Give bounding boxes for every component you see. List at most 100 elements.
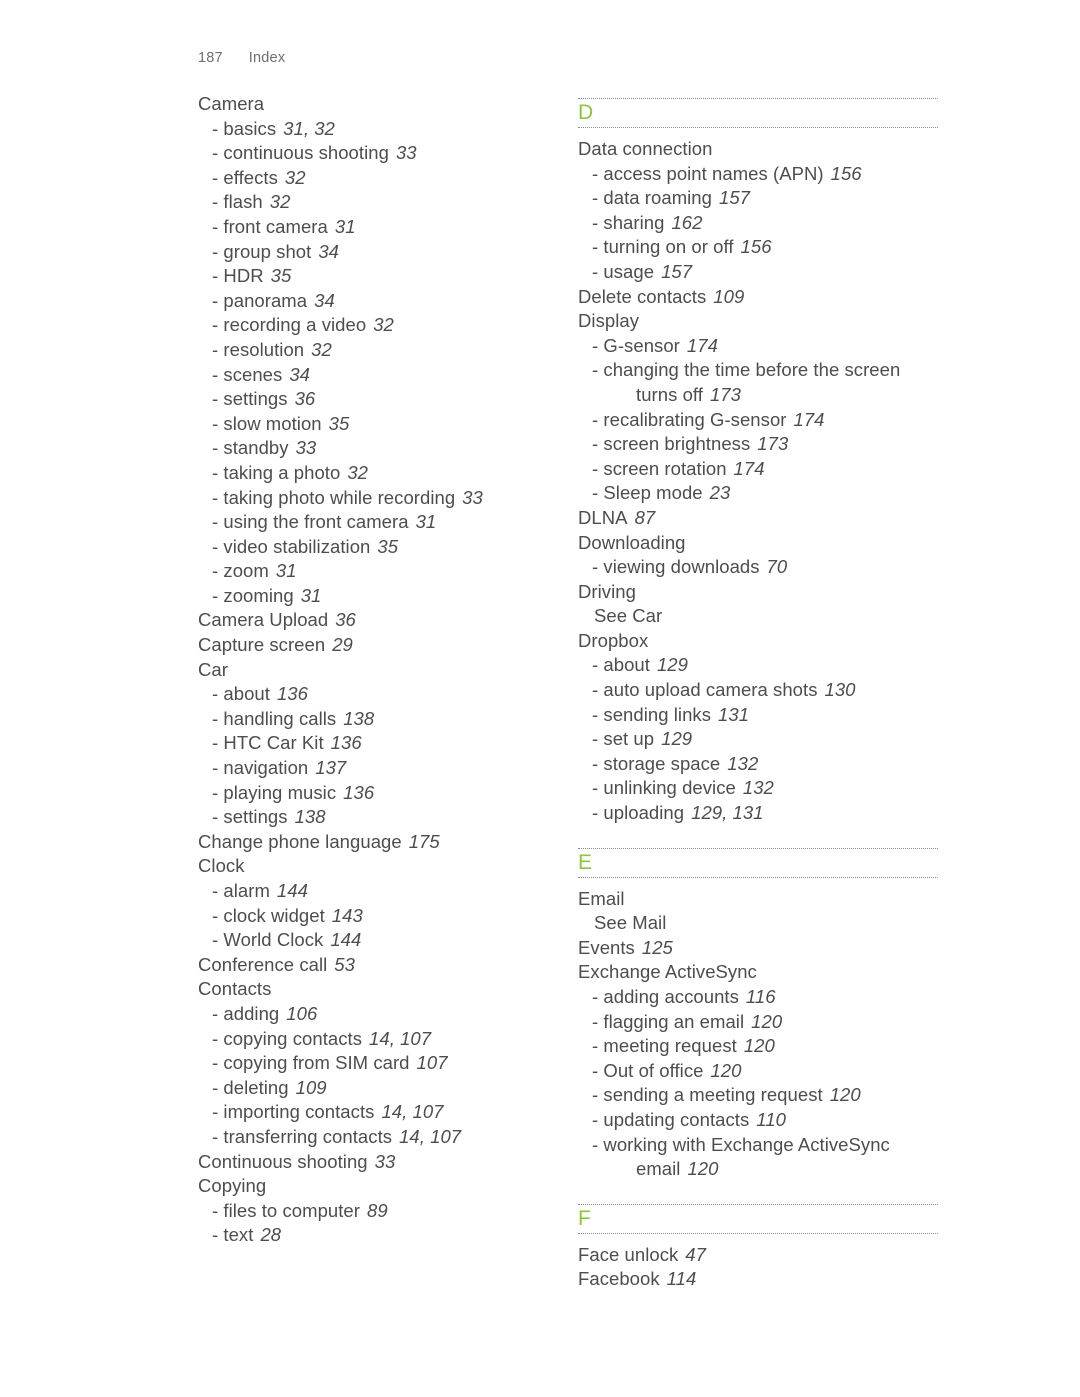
index-entry: screen brightness 173: [578, 432, 958, 457]
index-entry: text 28: [198, 1223, 578, 1248]
index-entry: uploading 129, 131: [578, 801, 958, 826]
index-entry-label: zoom: [223, 560, 269, 582]
index-entry-pages: 132: [727, 752, 759, 774]
index-entry: navigation 137: [198, 756, 578, 781]
index-entry: Contacts: [198, 977, 578, 1002]
index-entry: video stabilization 35: [198, 535, 578, 560]
section-rule-bottom: [578, 127, 938, 128]
index-entry: deleting 109: [198, 1076, 578, 1101]
index-entry-pages: 33: [374, 1150, 396, 1172]
index-entry: set up 129: [578, 727, 958, 752]
index-entry: sending links 131: [578, 703, 958, 728]
index-entry-label: screen brightness: [603, 433, 751, 455]
index-entry: handling calls 138: [198, 707, 578, 732]
index-entry-label: adding accounts: [603, 986, 739, 1007]
index-entry-pages: 33: [462, 486, 483, 508]
index-entry-pages: 87: [634, 506, 656, 528]
index-entry-label: taking photo while recording: [223, 486, 456, 508]
index-entry: HDR 35: [198, 264, 578, 289]
index-entry: recalibrating G-sensor 174: [578, 408, 958, 433]
index-entry: Car: [198, 658, 578, 683]
index-entry: HTC Car Kit 136: [198, 731, 578, 756]
index-entry-label: HTC Car Kit: [223, 732, 324, 754]
index-entry: files to computer 89: [198, 1199, 578, 1224]
index-entry-pages: 31: [300, 584, 322, 606]
index-entry: Change phone language 175: [198, 830, 578, 855]
index-entry: group shot 34: [198, 240, 578, 265]
index-entry-pages: 29: [332, 634, 353, 656]
index-entry: recording a video 32: [198, 313, 578, 338]
index-entry-pages: 144: [330, 929, 362, 951]
index-entry-pages: 129, 131: [691, 802, 764, 824]
section-letter: E: [578, 850, 593, 874]
index-entry-pages: 136: [343, 781, 375, 803]
index-entry-label: uploading: [603, 802, 685, 824]
index-entry-label: Facebook: [578, 1268, 660, 1290]
index-entry-label: auto upload camera shots: [603, 679, 818, 701]
index-entry-label: meeting request: [603, 1035, 737, 1057]
index-entry: Display: [578, 309, 958, 334]
index-entry-label: alarm: [223, 880, 270, 901]
index-entry-pages: 120: [829, 1084, 861, 1106]
index-entry-label: navigation: [223, 757, 309, 779]
index-page: 187Index Camerabasics31, 32continuous sh…: [0, 0, 1080, 1397]
index-entry-pages: 157: [661, 260, 693, 282]
section-letter: F: [578, 1206, 592, 1230]
index-entry-label: copying contacts: [223, 1027, 363, 1049]
index-entry-label: Change phone language: [198, 830, 402, 852]
index-entry: Conference call 53: [198, 953, 578, 978]
index-entry-pages: 14, 107: [381, 1101, 444, 1123]
index-entry-pages: 120: [687, 1158, 719, 1180]
index-entry-label: Camera Upload: [198, 609, 329, 631]
index-entry-label: Clock: [198, 855, 245, 877]
index-entry-pages: 138: [294, 806, 326, 828]
index-entry-label: standby: [223, 437, 289, 459]
index-entry: See Car: [578, 604, 958, 629]
index-entry-label: group shot: [223, 240, 312, 262]
index-column-left: Camerabasics31, 32continuous shooting33e…: [198, 92, 578, 1292]
index-section-header: F: [578, 1203, 938, 1234]
index-entry: meeting request 120: [578, 1034, 958, 1059]
index-entry-pages: 35: [328, 412, 350, 434]
index-entry: Sleep mode 23: [578, 481, 958, 506]
running-header: 187 Index: [198, 50, 285, 66]
index-entry-label: importing contacts: [223, 1101, 375, 1123]
index-entry-pages: 33: [395, 142, 417, 164]
index-entry-label: usage: [603, 260, 655, 282]
index-entry: Data connection: [578, 137, 958, 162]
section-rule-bottom: [578, 876, 938, 878]
index-entry-pages: 131: [718, 703, 750, 725]
index-entry: turns off 173: [578, 383, 958, 408]
index-entry: See Mail: [578, 911, 958, 936]
index-entry: turning on or off 156: [578, 235, 958, 260]
index-entry: data roaming 157: [578, 186, 958, 211]
page-title: Index: [248, 50, 286, 66]
index-entry: Clock: [198, 854, 578, 879]
index-entry-label: Continuous shooting: [198, 1150, 368, 1172]
index-entry-pages: 156: [830, 162, 862, 184]
index-entry-pages: 33: [295, 437, 317, 459]
index-entry-pages: 31: [415, 511, 437, 533]
index-entry-pages: 14, 107: [399, 1125, 462, 1147]
index-entry-label: recalibrating G-sensor: [603, 408, 787, 430]
index-entry: unlinking device 132: [578, 776, 958, 801]
index-entry-label: flagging an email: [603, 1010, 745, 1032]
index-entry-pages: 162: [671, 211, 703, 233]
index-entry-label: Sleep mode: [603, 482, 703, 504]
index-entry-label: Data connection: [578, 138, 713, 159]
index-entry-pages: 107: [416, 1052, 448, 1074]
index-entry-label: Events: [578, 936, 635, 958]
index-entry: standby 33: [198, 436, 578, 461]
index-entry-pages: 175: [408, 830, 440, 852]
index-entry-pages: 32: [373, 314, 394, 336]
index-entry: Facebook 114: [578, 1267, 958, 1292]
index-entry-pages: 114: [666, 1268, 697, 1290]
index-entry: importing contacts 14, 107: [198, 1100, 578, 1125]
index-entry-pages: 130: [824, 679, 856, 701]
index-entry-pages: 70: [766, 556, 788, 578]
index-entry-pages: 35: [270, 265, 292, 287]
index-entry: Copying: [198, 1174, 578, 1199]
index-entry-label: Conference call: [198, 953, 328, 975]
index-entry-label: Exchange ActiveSync: [578, 961, 757, 983]
index-entry: panorama 34: [198, 289, 578, 314]
